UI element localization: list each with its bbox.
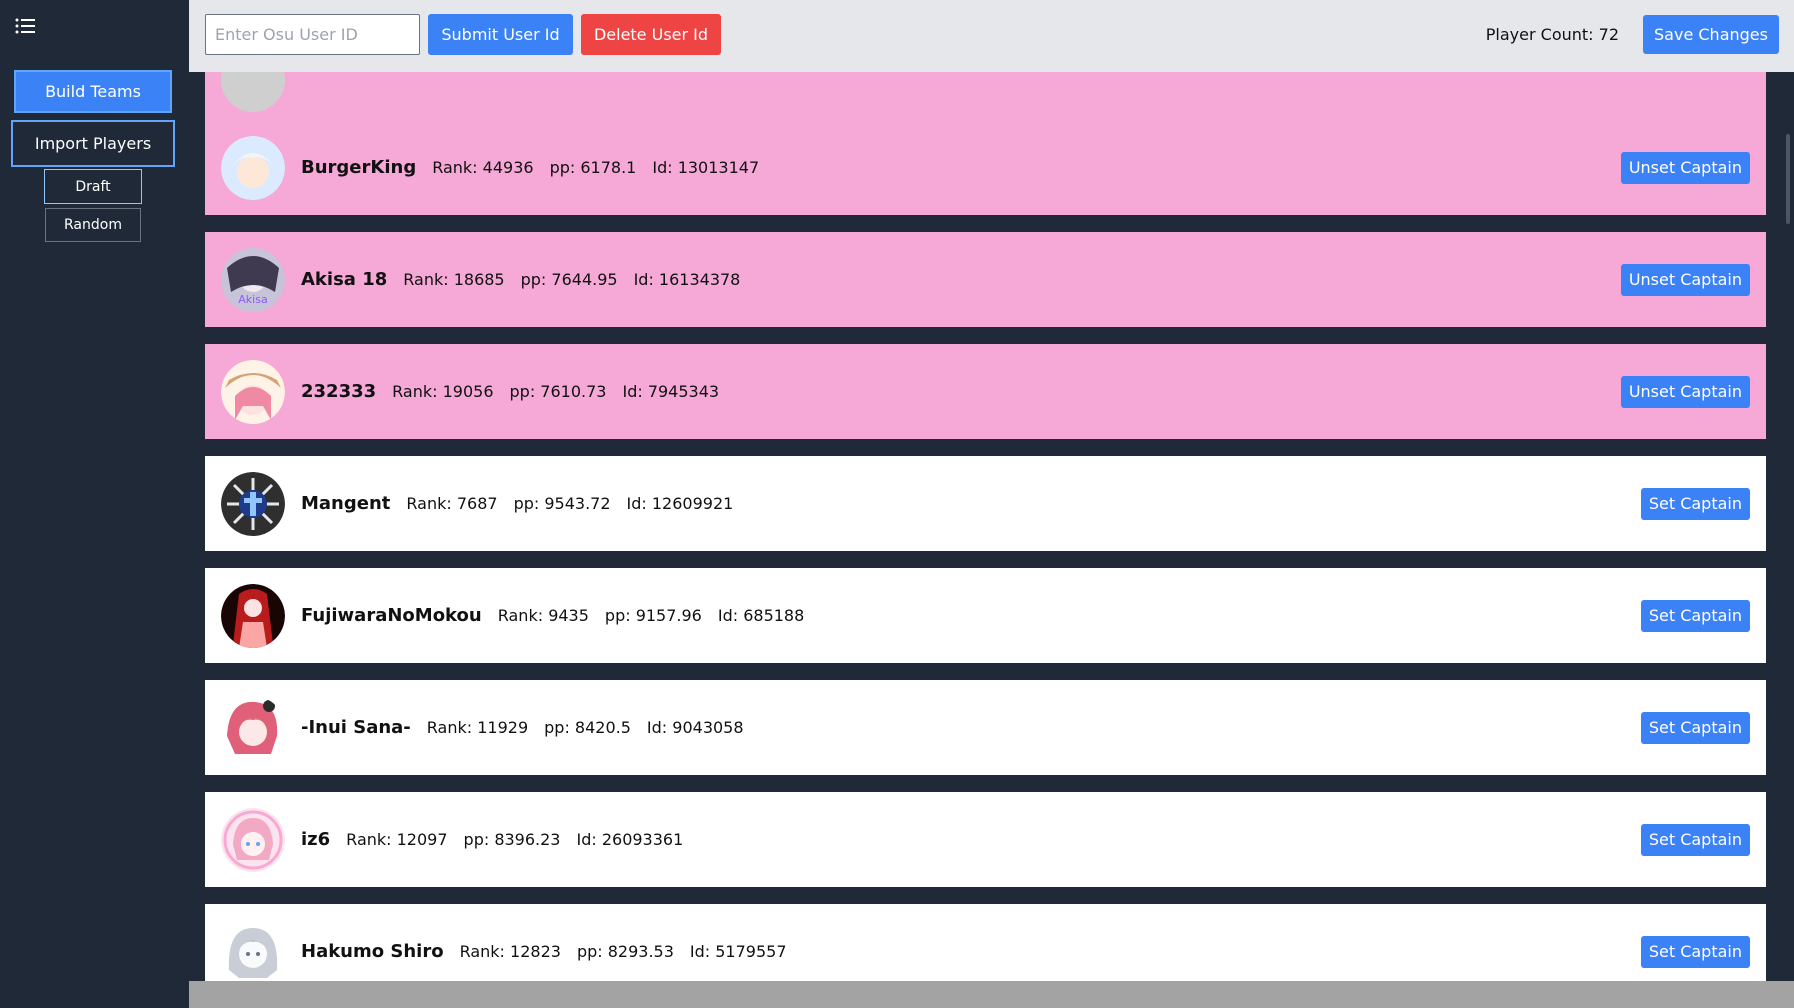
player-name: Akisa 18 (301, 269, 388, 290)
player-id: Id: 685188 (717, 606, 805, 625)
player-row: 232333 Rank: 19056 pp: 7610.73 Id: 79453… (205, 344, 1766, 439)
player-rank: Rank: 44936 (432, 158, 534, 177)
delete-user-id-button[interactable]: Delete User Id (581, 14, 721, 55)
avatar (221, 807, 285, 872)
set-captain-button[interactable]: Set Captain (1640, 487, 1750, 520)
player-id: Id: 12609921 (626, 494, 734, 513)
avatar (221, 135, 285, 200)
avatar (221, 919, 285, 981)
user-id-input[interactable] (205, 14, 420, 55)
unset-captain-button[interactable]: Unset Captain (1620, 375, 1750, 408)
player-id: Id: 9043058 (646, 718, 744, 737)
avatar (221, 583, 285, 648)
set-captain-button[interactable]: Set Captain (1640, 599, 1750, 632)
avatar: Akisa (221, 247, 285, 312)
player-rank: Rank: 19056 (392, 382, 494, 401)
player-id: Id: 5179557 (689, 942, 787, 961)
player-id: Id: 13013147 (652, 158, 760, 177)
player-rank: Rank: 7687 (406, 494, 498, 513)
player-rank: Rank: 11929 (426, 718, 529, 737)
build-teams-button[interactable]: Build Teams (14, 70, 172, 113)
player-rank: Rank: 18685 (403, 270, 505, 289)
bottom-strip (189, 981, 1794, 1008)
unset-captain-button[interactable]: Unset Captain (1620, 151, 1750, 184)
menu-icon[interactable] (14, 14, 38, 38)
set-captain-button[interactable]: Set Captain (1640, 935, 1750, 968)
player-name: FujiwaraNoMokou (301, 605, 482, 626)
avatar (221, 72, 285, 112)
player-name: 232333 (301, 381, 377, 402)
avatar (221, 471, 285, 536)
player-row: Mangent Rank: 7687 pp: 9543.72 Id: 12609… (205, 456, 1766, 551)
player-name: iz6 (301, 829, 331, 850)
player-pp: pp: 8293.53 (576, 942, 674, 961)
player-pp: pp: 6178.1 (549, 158, 637, 177)
import-players-button[interactable]: Import Players (11, 120, 175, 167)
player-count: Player Count: 72 (1485, 25, 1619, 44)
submit-user-id-button[interactable]: Submit User Id (428, 14, 573, 55)
player-list: BurgerKing Rank: 44936 pp: 6178.1 Id: 13… (189, 72, 1794, 981)
player-pp: pp: 7610.73 (509, 382, 607, 401)
top-bar: Submit User Id Delete User Id Player Cou… (189, 0, 1794, 72)
player-rank: Rank: 12097 (346, 830, 448, 849)
avatar (221, 695, 285, 760)
set-captain-button[interactable]: Set Captain (1640, 711, 1750, 744)
svg-text:Akisa: Akisa (238, 293, 267, 306)
player-id: Id: 26093361 (576, 830, 684, 849)
player-rank: Rank: 9435 (497, 606, 589, 625)
save-changes-button[interactable]: Save Changes (1643, 15, 1779, 54)
player-row: iz6 Rank: 12097 pp: 8396.23 Id: 26093361… (205, 792, 1766, 887)
sidebar: Build Teams Import Players Draft Random (0, 0, 189, 1008)
player-row: FujiwaraNoMokou Rank: 9435 pp: 9157.96 I… (205, 568, 1766, 663)
player-row-partial (205, 72, 1766, 127)
player-id: Id: 16134378 (633, 270, 741, 289)
player-row: BurgerKing Rank: 44936 pp: 6178.1 Id: 13… (205, 120, 1766, 215)
player-row: Hakumo Shiro Rank: 12823 pp: 8293.53 Id:… (205, 904, 1766, 981)
scrollbar-thumb[interactable] (1786, 134, 1790, 224)
random-button[interactable]: Random (45, 208, 141, 242)
draft-button[interactable]: Draft (44, 169, 142, 204)
set-captain-button[interactable]: Set Captain (1640, 823, 1750, 856)
player-pp: pp: 7644.95 (520, 270, 618, 289)
player-name: -Inui Sana- (301, 717, 411, 738)
player-name: Mangent (301, 493, 391, 514)
player-row: -Inui Sana- Rank: 11929 pp: 8420.5 Id: 9… (205, 680, 1766, 775)
player-name: BurgerKing (301, 157, 417, 178)
player-id: Id: 7945343 (622, 382, 720, 401)
unset-captain-button[interactable]: Unset Captain (1620, 263, 1750, 296)
player-name: Hakumo Shiro (301, 941, 444, 962)
player-pp: pp: 9543.72 (513, 494, 611, 513)
player-rank: Rank: 12823 (459, 942, 561, 961)
player-pp: pp: 9157.96 (604, 606, 702, 625)
player-row: Akisa Akisa 18 Rank: 18685 pp: 7644.95 I… (205, 232, 1766, 327)
player-pp: pp: 8420.5 (544, 718, 631, 737)
avatar (221, 359, 285, 424)
player-pp: pp: 8396.23 (463, 830, 561, 849)
